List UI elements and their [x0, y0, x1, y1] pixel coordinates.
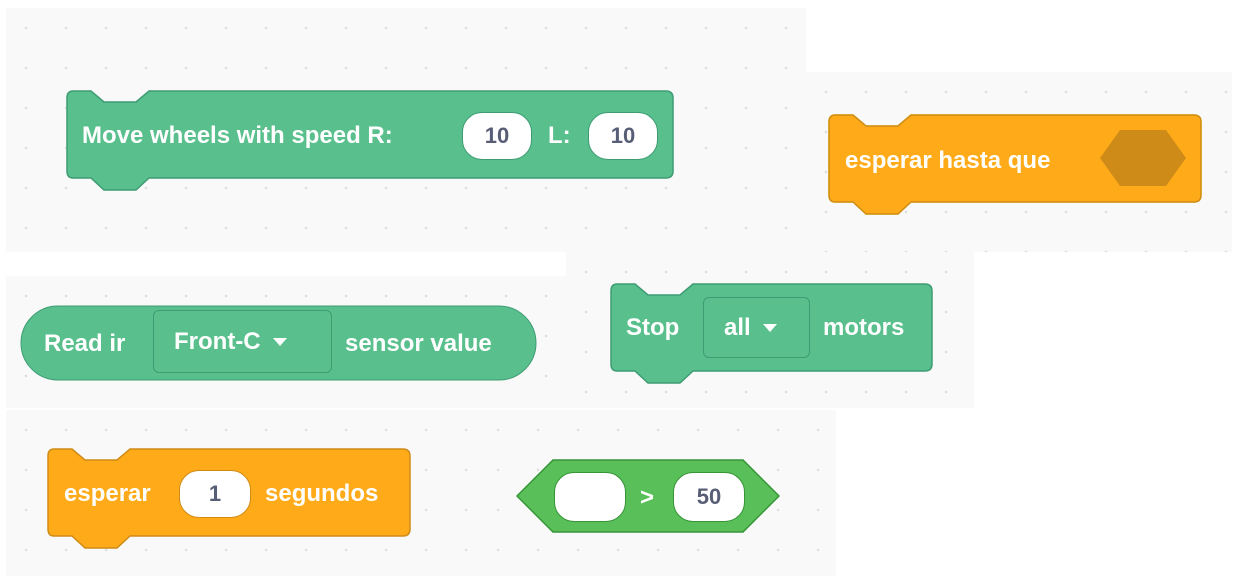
- seconds-label: segundos: [265, 480, 379, 507]
- compare-operator: >: [640, 484, 655, 511]
- l-label: L:: [548, 122, 571, 149]
- caret-down-icon: [762, 323, 777, 332]
- wait-seconds-input[interactable]: 1: [179, 470, 251, 518]
- ir-sensor-value: Front-C: [174, 327, 261, 355]
- speed-r-input[interactable]: 10: [462, 112, 532, 160]
- wait-label: esperar: [64, 480, 151, 507]
- wait-until-label: esperar hasta que: [845, 147, 1051, 174]
- stop-label: Stop: [626, 314, 680, 341]
- motors-label: motors: [823, 314, 905, 341]
- read-ir-label: Read ir: [44, 330, 126, 357]
- move-wheels-label: Move wheels with speed R:: [82, 122, 393, 149]
- motors-dropdown[interactable]: all: [703, 297, 810, 358]
- ir-sensor-dropdown[interactable]: Front-C: [153, 310, 332, 373]
- sensor-value-label: sensor value: [345, 330, 492, 357]
- compare-left-input[interactable]: [554, 472, 626, 522]
- compare-right-input[interactable]: 50: [673, 472, 745, 522]
- speed-l-input[interactable]: 10: [588, 112, 658, 160]
- motors-value: all: [724, 313, 751, 341]
- caret-down-icon: [272, 337, 287, 346]
